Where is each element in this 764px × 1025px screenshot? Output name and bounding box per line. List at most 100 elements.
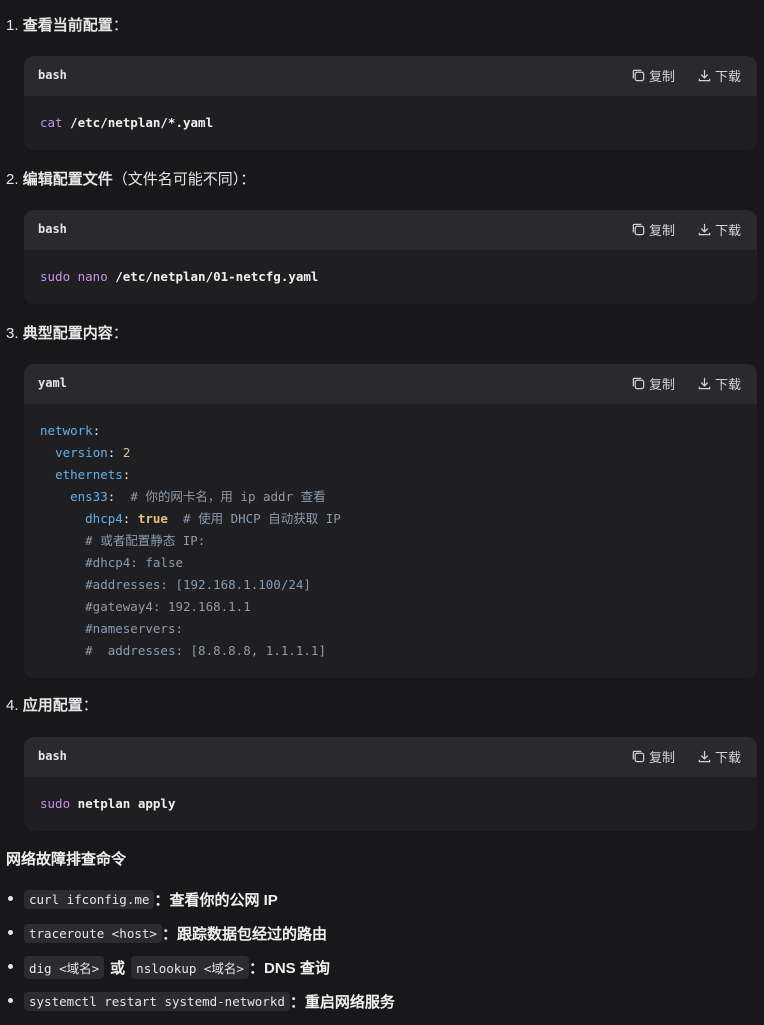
download-label: 下载 <box>714 223 741 238</box>
code-language-label: bash <box>38 222 67 236</box>
yaml-comment: # addresses: [8.8.8.8, 1.1.1.1] <box>85 643 326 658</box>
inline-code: traceroute <host> <box>24 923 162 943</box>
step-number: 2. <box>6 171 19 188</box>
command-keyword: sudo <box>40 796 71 811</box>
yaml-comment: # 使用 DHCP 自动获取 IP <box>183 511 341 526</box>
list-item: curl ifconfig.me：查看你的公网 IP <box>6 882 395 916</box>
code-block-header: bash 复制 下载 <box>24 56 757 96</box>
yaml-value: true <box>137 511 168 526</box>
copy-label: 复制 <box>648 750 675 765</box>
code-block-1: bash 复制 下载 cat /etc/netplan/*.yaml <box>24 56 757 150</box>
download-label: 下载 <box>714 377 741 392</box>
list-item: systemctl restart systemd-networkd：重启网络服… <box>6 984 395 1018</box>
step-title: 查看当前配置 <box>22 17 113 34</box>
copy-icon <box>632 69 645 82</box>
copy-button[interactable]: 复制 <box>631 220 675 239</box>
command-keyword: cat <box>40 115 63 130</box>
step-title: 编辑配置文件 <box>22 171 113 188</box>
code-block-header: yaml 复制 下载 <box>24 364 757 404</box>
item-separator: ： <box>154 891 170 909</box>
copy-label: 复制 <box>648 223 675 238</box>
yaml-key: version <box>55 445 108 460</box>
copy-button[interactable]: 复制 <box>631 66 675 85</box>
code-actions: 复制 下载 <box>631 66 741 85</box>
item-separator: ： <box>248 959 264 977</box>
step-number: 4. <box>6 697 19 714</box>
download-button[interactable]: 下载 <box>697 66 741 85</box>
code-content: sudo nano /etc/netplan/01-netcfg.yaml <box>24 250 757 304</box>
download-icon <box>698 69 711 82</box>
code-language-label: bash <box>38 749 67 763</box>
yaml-comment: #addresses: [192.168.1.100/24] <box>85 577 311 592</box>
code-content: cat /etc/netplan/*.yaml <box>24 96 757 150</box>
yaml-colon: : <box>122 467 131 482</box>
code-block-header: bash 复制 下载 <box>24 210 757 250</box>
item-or: 或 <box>110 959 126 977</box>
download-icon <box>698 223 711 236</box>
item-description: 查看你的公网 IP <box>169 891 278 909</box>
yaml-value: 2 <box>122 445 131 460</box>
troubleshoot-heading: 网络故障排查命令 <box>6 851 127 868</box>
copy-icon <box>632 223 645 236</box>
copy-button[interactable]: 复制 <box>631 374 675 393</box>
command-argument: /etc/netplan/*.yaml <box>62 115 214 130</box>
download-icon <box>698 377 711 390</box>
step-number: 3. <box>6 325 19 342</box>
code-language-label: bash <box>38 68 67 82</box>
yaml-key: dhcp4 <box>85 511 123 526</box>
list-item: dig <域名> 或 nslookup <域名>： DNS 查询 <box>6 950 395 984</box>
inline-code: curl ifconfig.me <box>24 889 155 909</box>
troubleshoot-list: curl ifconfig.me：查看你的公网 IP traceroute <h… <box>6 882 395 1018</box>
yaml-comment: # 你的网卡名，用 ip addr 查看 <box>130 489 326 504</box>
yaml-colon: : <box>107 445 116 460</box>
copy-label: 复制 <box>648 69 675 84</box>
command-keyword: sudo nano <box>40 269 108 284</box>
yaml-comment: #dhcp4: false <box>85 555 183 570</box>
step-3-heading: 3. 典型配置内容： <box>6 324 128 344</box>
step-4-heading: 4. 应用配置： <box>6 696 98 716</box>
yaml-comment: # 或者配置静态 IP: <box>85 533 206 548</box>
step-colon: ： <box>112 17 128 34</box>
item-description: DNS 查询 <box>263 959 330 977</box>
list-item: traceroute <host>：跟踪数据包经过的路由 <box>6 916 395 950</box>
download-label: 下载 <box>714 69 741 84</box>
yaml-colon: : <box>122 511 131 526</box>
step-number: 1. <box>6 17 19 34</box>
code-block-4: bash 复制 下载 sudo netplan apply <box>24 737 757 831</box>
step-colon: ： <box>112 325 128 342</box>
code-actions: 复制 下载 <box>631 220 741 239</box>
yaml-colon: : <box>92 423 101 438</box>
step-colon: ： <box>82 697 98 714</box>
download-label: 下载 <box>714 750 741 765</box>
step-colon: ： <box>240 171 256 188</box>
step-title: 典型配置内容 <box>22 325 113 342</box>
yaml-comment: #nameservers: <box>85 621 183 636</box>
code-content: sudo netplan apply <box>24 777 757 831</box>
copy-button[interactable]: 复制 <box>631 747 675 766</box>
yaml-key: ens33 <box>70 489 108 504</box>
code-block-3: yaml 复制 下载 network: version: 2 ethernets… <box>24 364 757 678</box>
yaml-colon: : <box>107 489 116 504</box>
inline-code: dig <域名> <box>24 955 105 979</box>
code-block-header: bash 复制 下载 <box>24 737 757 777</box>
code-content: network: version: 2 ethernets: ens33: # … <box>24 404 757 678</box>
item-description: 重启网络服务 <box>304 993 395 1011</box>
code-block-2: bash 复制 下载 sudo nano /etc/netplan/01-net… <box>24 210 757 304</box>
yaml-key: ethernets <box>55 467 123 482</box>
code-actions: 复制 下载 <box>631 747 741 766</box>
copy-label: 复制 <box>648 377 675 392</box>
inline-code: systemctl restart systemd-networkd <box>24 991 290 1011</box>
download-icon <box>698 750 711 763</box>
item-separator: ： <box>161 925 177 943</box>
step-2-heading: 2. 编辑配置文件（文件名可能不同）： <box>6 170 255 190</box>
copy-icon <box>632 750 645 763</box>
code-language-label: yaml <box>38 376 67 390</box>
step-title: 应用配置 <box>22 697 83 714</box>
command-argument: /etc/netplan/01-netcfg.yaml <box>107 269 319 284</box>
download-button[interactable]: 下载 <box>697 220 741 239</box>
step-note: （文件名可能不同） <box>112 171 241 188</box>
step-1-heading: 1. 查看当前配置： <box>6 16 128 36</box>
download-button[interactable]: 下载 <box>697 374 741 393</box>
command-argument: netplan apply <box>70 796 176 811</box>
download-button[interactable]: 下载 <box>697 747 741 766</box>
